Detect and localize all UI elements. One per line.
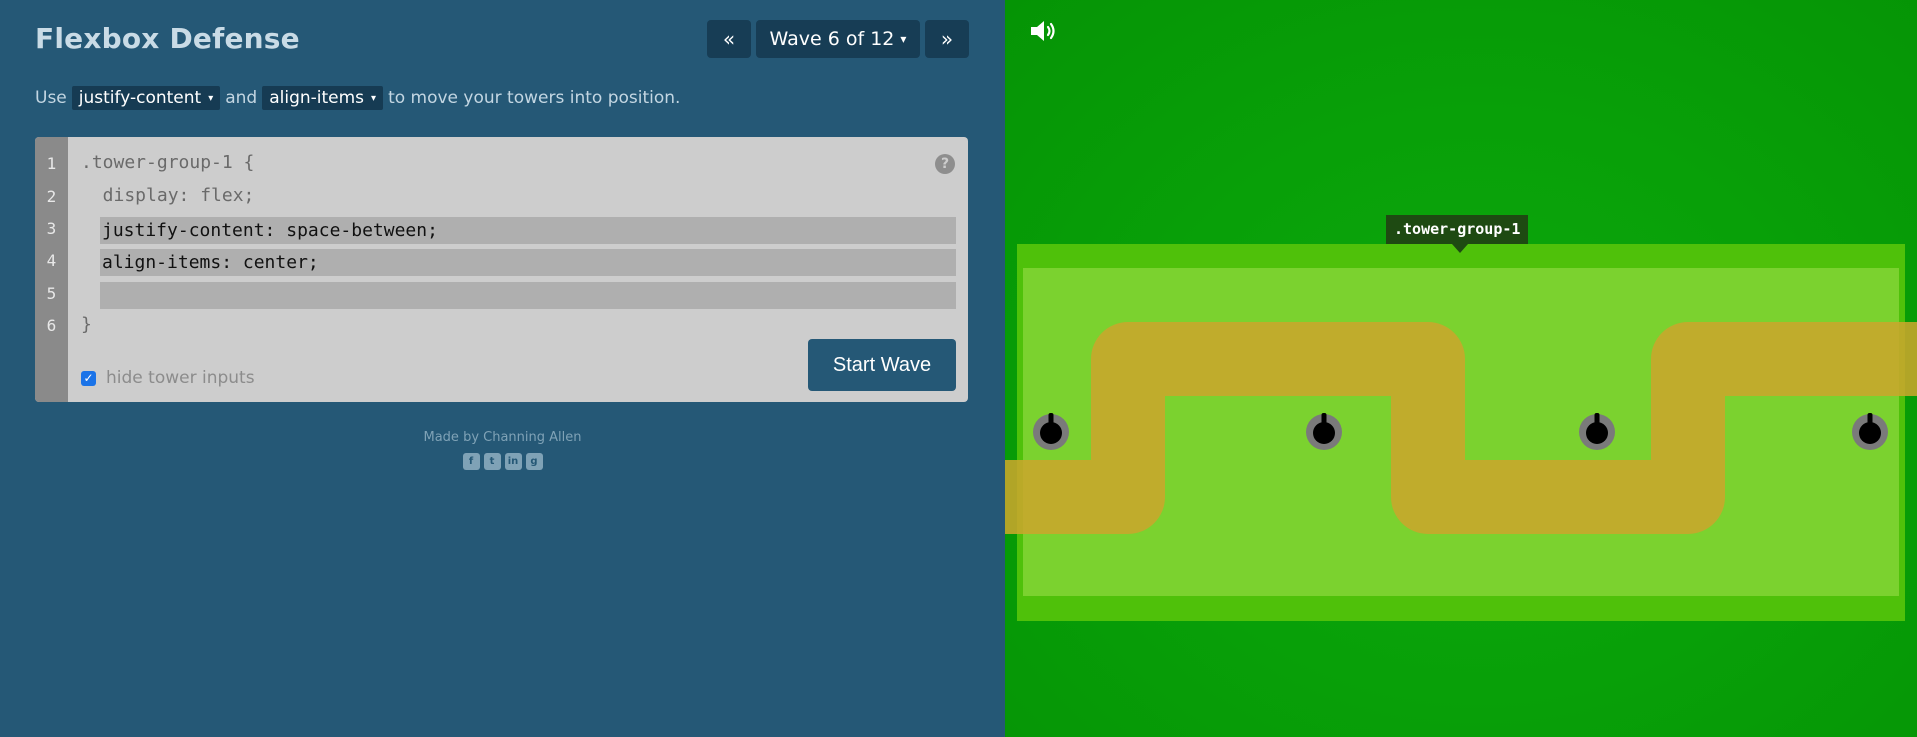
empty-code-input[interactable] bbox=[100, 282, 956, 309]
left-panel: Flexbox Defense « Wave 6 of 12 ▾ » Use j… bbox=[0, 0, 1005, 737]
line-number: 4 bbox=[46, 251, 57, 270]
game-title: Flexbox Defense bbox=[35, 22, 300, 55]
instructions-suffix: to move your towers into position. bbox=[388, 88, 681, 108]
tower-group-label: .tower-group-1 bbox=[1386, 215, 1529, 244]
facebook-icon[interactable]: f bbox=[462, 453, 480, 470]
hide-tower-inputs-toggle[interactable]: ✓ hide tower inputs bbox=[81, 368, 255, 388]
align-items-label: align-items bbox=[269, 88, 365, 108]
justify-content-input[interactable]: justify-content: space-between; bbox=[100, 217, 956, 244]
instructions-prefix: Use bbox=[35, 88, 67, 108]
game-board: .tower-group-1 bbox=[1005, 0, 1917, 737]
caret-down-icon: ▾ bbox=[208, 92, 214, 104]
line-number: 1 bbox=[46, 154, 57, 173]
tower-group-label-pointer bbox=[1452, 244, 1468, 253]
code-selector-line: .tower-group-1 { bbox=[81, 152, 255, 173]
tower bbox=[1579, 413, 1615, 450]
wave-select-label: Wave 6 of 12 bbox=[769, 28, 895, 50]
justify-content-label: justify-content bbox=[78, 88, 202, 108]
start-wave-button[interactable]: Start Wave bbox=[808, 339, 956, 391]
instructions: Use justify-content ▾ and align-items ▾ … bbox=[35, 86, 680, 110]
wave-navigation: « Wave 6 of 12 ▾ » bbox=[707, 20, 969, 58]
wave-select-dropdown[interactable]: Wave 6 of 12 ▾ bbox=[756, 20, 920, 58]
chevron-down-icon: ▾ bbox=[900, 32, 907, 46]
tower bbox=[1306, 413, 1342, 450]
twitter-icon[interactable]: t bbox=[483, 453, 501, 470]
code-editor: 1 2 3 4 5 6 .tower-group-1 { display: fl… bbox=[35, 137, 968, 402]
align-items-input[interactable]: align-items: center; bbox=[100, 249, 956, 276]
tower bbox=[1033, 413, 1069, 450]
code-display-line: display: flex; bbox=[81, 185, 255, 206]
instructions-connector: and bbox=[225, 88, 258, 108]
next-wave-button[interactable]: » bbox=[925, 20, 969, 58]
social-links: f t in g bbox=[0, 453, 1005, 470]
align-items-dropdown[interactable]: align-items ▾ bbox=[262, 86, 384, 110]
enemy-path bbox=[1005, 322, 1917, 534]
linkedin-icon[interactable]: in bbox=[504, 453, 522, 470]
help-icon[interactable]: ? bbox=[935, 154, 955, 174]
line-number: 2 bbox=[46, 187, 57, 206]
line-number: 3 bbox=[46, 219, 57, 238]
justify-content-dropdown[interactable]: justify-content ▾ bbox=[71, 86, 221, 110]
github-icon[interactable]: g bbox=[525, 453, 543, 470]
caret-down-icon: ▾ bbox=[371, 92, 377, 104]
hide-tower-inputs-label: hide tower inputs bbox=[106, 368, 255, 388]
code-closing-brace: } bbox=[81, 314, 92, 335]
line-number-gutter: 1 2 3 4 5 6 bbox=[35, 137, 68, 402]
line-number: 6 bbox=[46, 316, 57, 335]
tower bbox=[1852, 413, 1888, 450]
hide-tower-inputs-checkbox[interactable]: ✓ bbox=[81, 370, 96, 386]
previous-wave-button[interactable]: « bbox=[707, 20, 751, 58]
line-number: 5 bbox=[46, 284, 57, 303]
credit-text: Made by Channing Allen bbox=[423, 430, 582, 445]
